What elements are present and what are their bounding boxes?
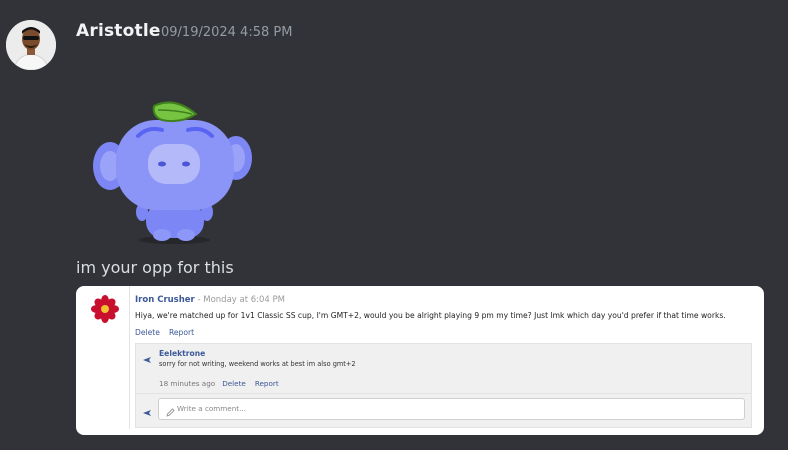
comment-report-link[interactable]: Report [169, 328, 194, 337]
comment-actions: Delete Report [135, 328, 203, 337]
message-text: im your opp for this [76, 258, 234, 277]
reply-arrow-icon [143, 349, 151, 363]
write-comment-placeholder: Write a comment... [177, 404, 246, 413]
user-avatar[interactable] [6, 20, 56, 70]
wumpus-leaf-sticker[interactable] [88, 96, 258, 246]
message-timestamp: 09/19/2024 4:58 PM [161, 25, 293, 40]
comment-time: Monday at 6:04 PM [203, 295, 286, 305]
comment-author-line: Iron Crusher - Monday at 6:04 PM [135, 295, 285, 305]
message-username[interactable]: Aristotle [76, 21, 161, 41]
reply-report-link[interactable]: Report [255, 379, 279, 388]
reply-author[interactable]: Eelektrone [159, 349, 205, 358]
wumpus-sticker-icon [93, 101, 252, 244]
write-comment-row: Write a comment... [135, 393, 752, 428]
reply-body: sorry for not writing, weekend works at … [159, 360, 356, 368]
comment-author[interactable]: Iron Crusher [135, 295, 195, 305]
reply-arrow-icon [143, 402, 151, 416]
pencil-icon [166, 405, 175, 417]
user-avatar-icon [6, 20, 56, 70]
reply-actions: 18 minutes ago Delete Report [159, 379, 288, 388]
reply-delete-link[interactable]: Delete [222, 379, 246, 388]
comment-embed[interactable]: Iron Crusher - Monday at 6:04 PM Hiya, w… [76, 286, 764, 435]
embed-avatar-column [76, 286, 130, 429]
reply-time: 18 minutes ago [159, 379, 216, 388]
comment-body: Hiya, we're matched up for 1v1 Classic S… [135, 311, 726, 320]
comment-separator: - [194, 295, 204, 305]
comment-delete-link[interactable]: Delete [135, 328, 160, 337]
write-comment-input[interactable]: Write a comment... [158, 398, 745, 420]
red-flower-icon [91, 295, 119, 323]
reply-box: Eelektrone sorry for not writing, weeken… [135, 343, 752, 394]
